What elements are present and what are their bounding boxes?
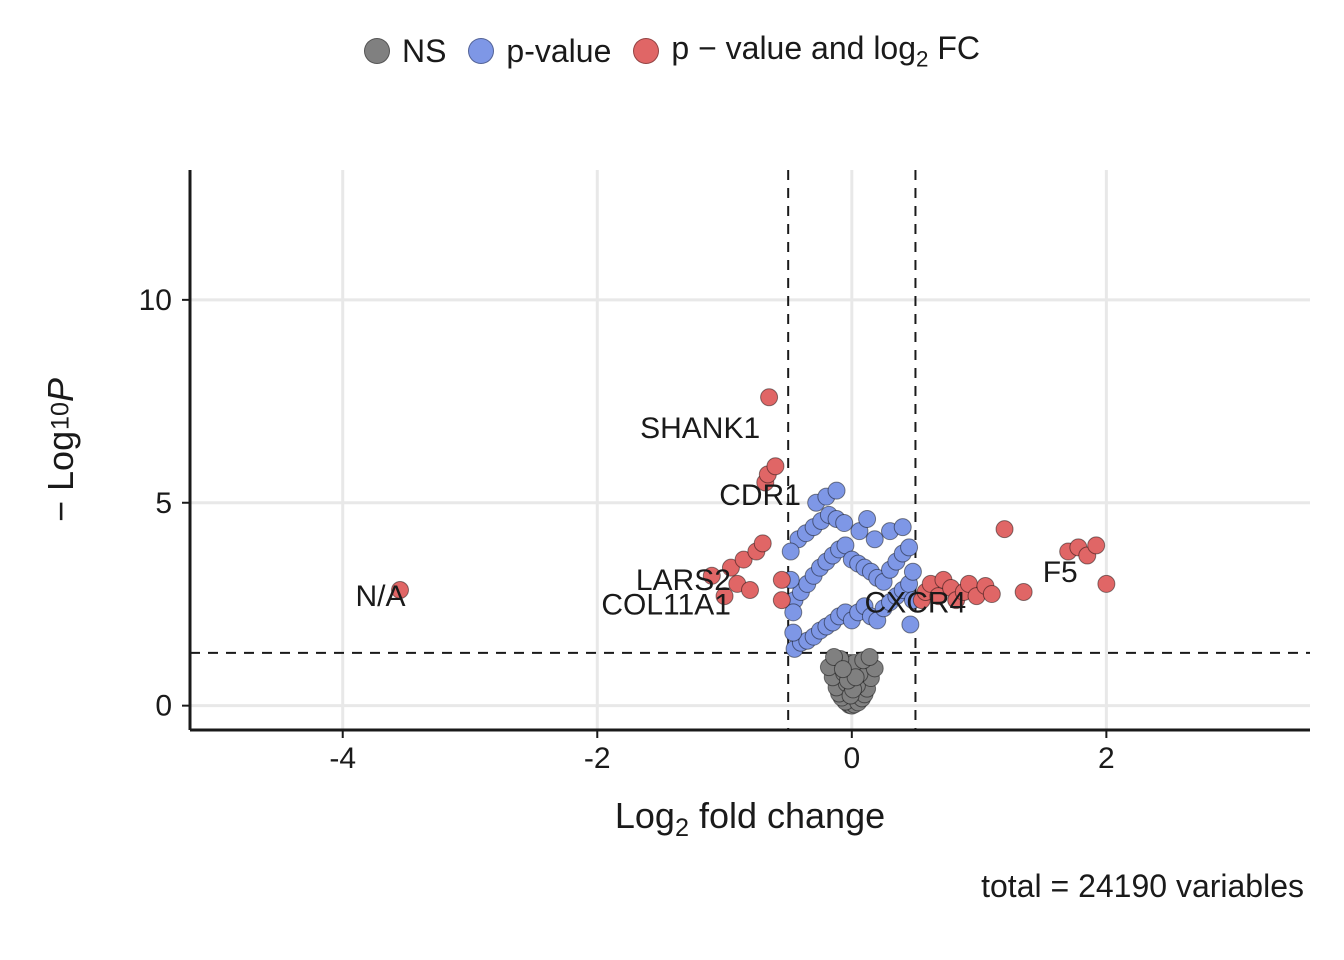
- total-variables-caption: total = 24190 variables: [981, 868, 1304, 905]
- svg-text:0: 0: [843, 742, 860, 775]
- svg-text:CDR1: CDR1: [719, 479, 801, 512]
- svg-text:-2: -2: [584, 742, 611, 775]
- svg-text:SHANK1: SHANK1: [640, 412, 760, 445]
- legend-swatch-ns: [364, 38, 390, 64]
- legend-swatch-pval: [468, 38, 494, 64]
- volcano-plot: NS p-value p − value and log2 FC SHANK1 C…: [0, 0, 1344, 960]
- legend-item-ns: NS: [364, 33, 446, 70]
- svg-text:N/A: N/A: [355, 580, 405, 613]
- svg-text:COL11A1: COL11A1: [601, 588, 731, 621]
- legend-label-pval: p-value: [506, 33, 611, 70]
- legend-item-sig: p − value and log2 FC: [633, 30, 980, 72]
- svg-text:0: 0: [155, 690, 172, 723]
- svg-text:10: 10: [139, 284, 172, 317]
- svg-text:F5: F5: [1043, 556, 1078, 589]
- svg-text:5: 5: [155, 487, 172, 520]
- legend-label-ns: NS: [402, 33, 446, 70]
- y-axis-label: − Log10 P: [40, 170, 82, 730]
- legend-item-pval: p-value: [468, 33, 611, 70]
- legend: NS p-value p − value and log2 FC: [0, 30, 1344, 72]
- svg-text:CXCR4: CXCR4: [865, 586, 967, 619]
- svg-text:2: 2: [1098, 742, 1115, 775]
- legend-label-sig: p − value and log2 FC: [671, 30, 980, 72]
- svg-text:-4: -4: [329, 742, 356, 775]
- plot-svg: SHANK1CDR1LARS2COL11A1CXCR4F5N/A-4-20205…: [190, 170, 1310, 730]
- legend-swatch-sig: [633, 38, 659, 64]
- x-axis-label: Log2 fold change: [190, 795, 1310, 843]
- plot-area: SHANK1CDR1LARS2COL11A1CXCR4F5N/A-4-20205…: [190, 170, 1310, 730]
